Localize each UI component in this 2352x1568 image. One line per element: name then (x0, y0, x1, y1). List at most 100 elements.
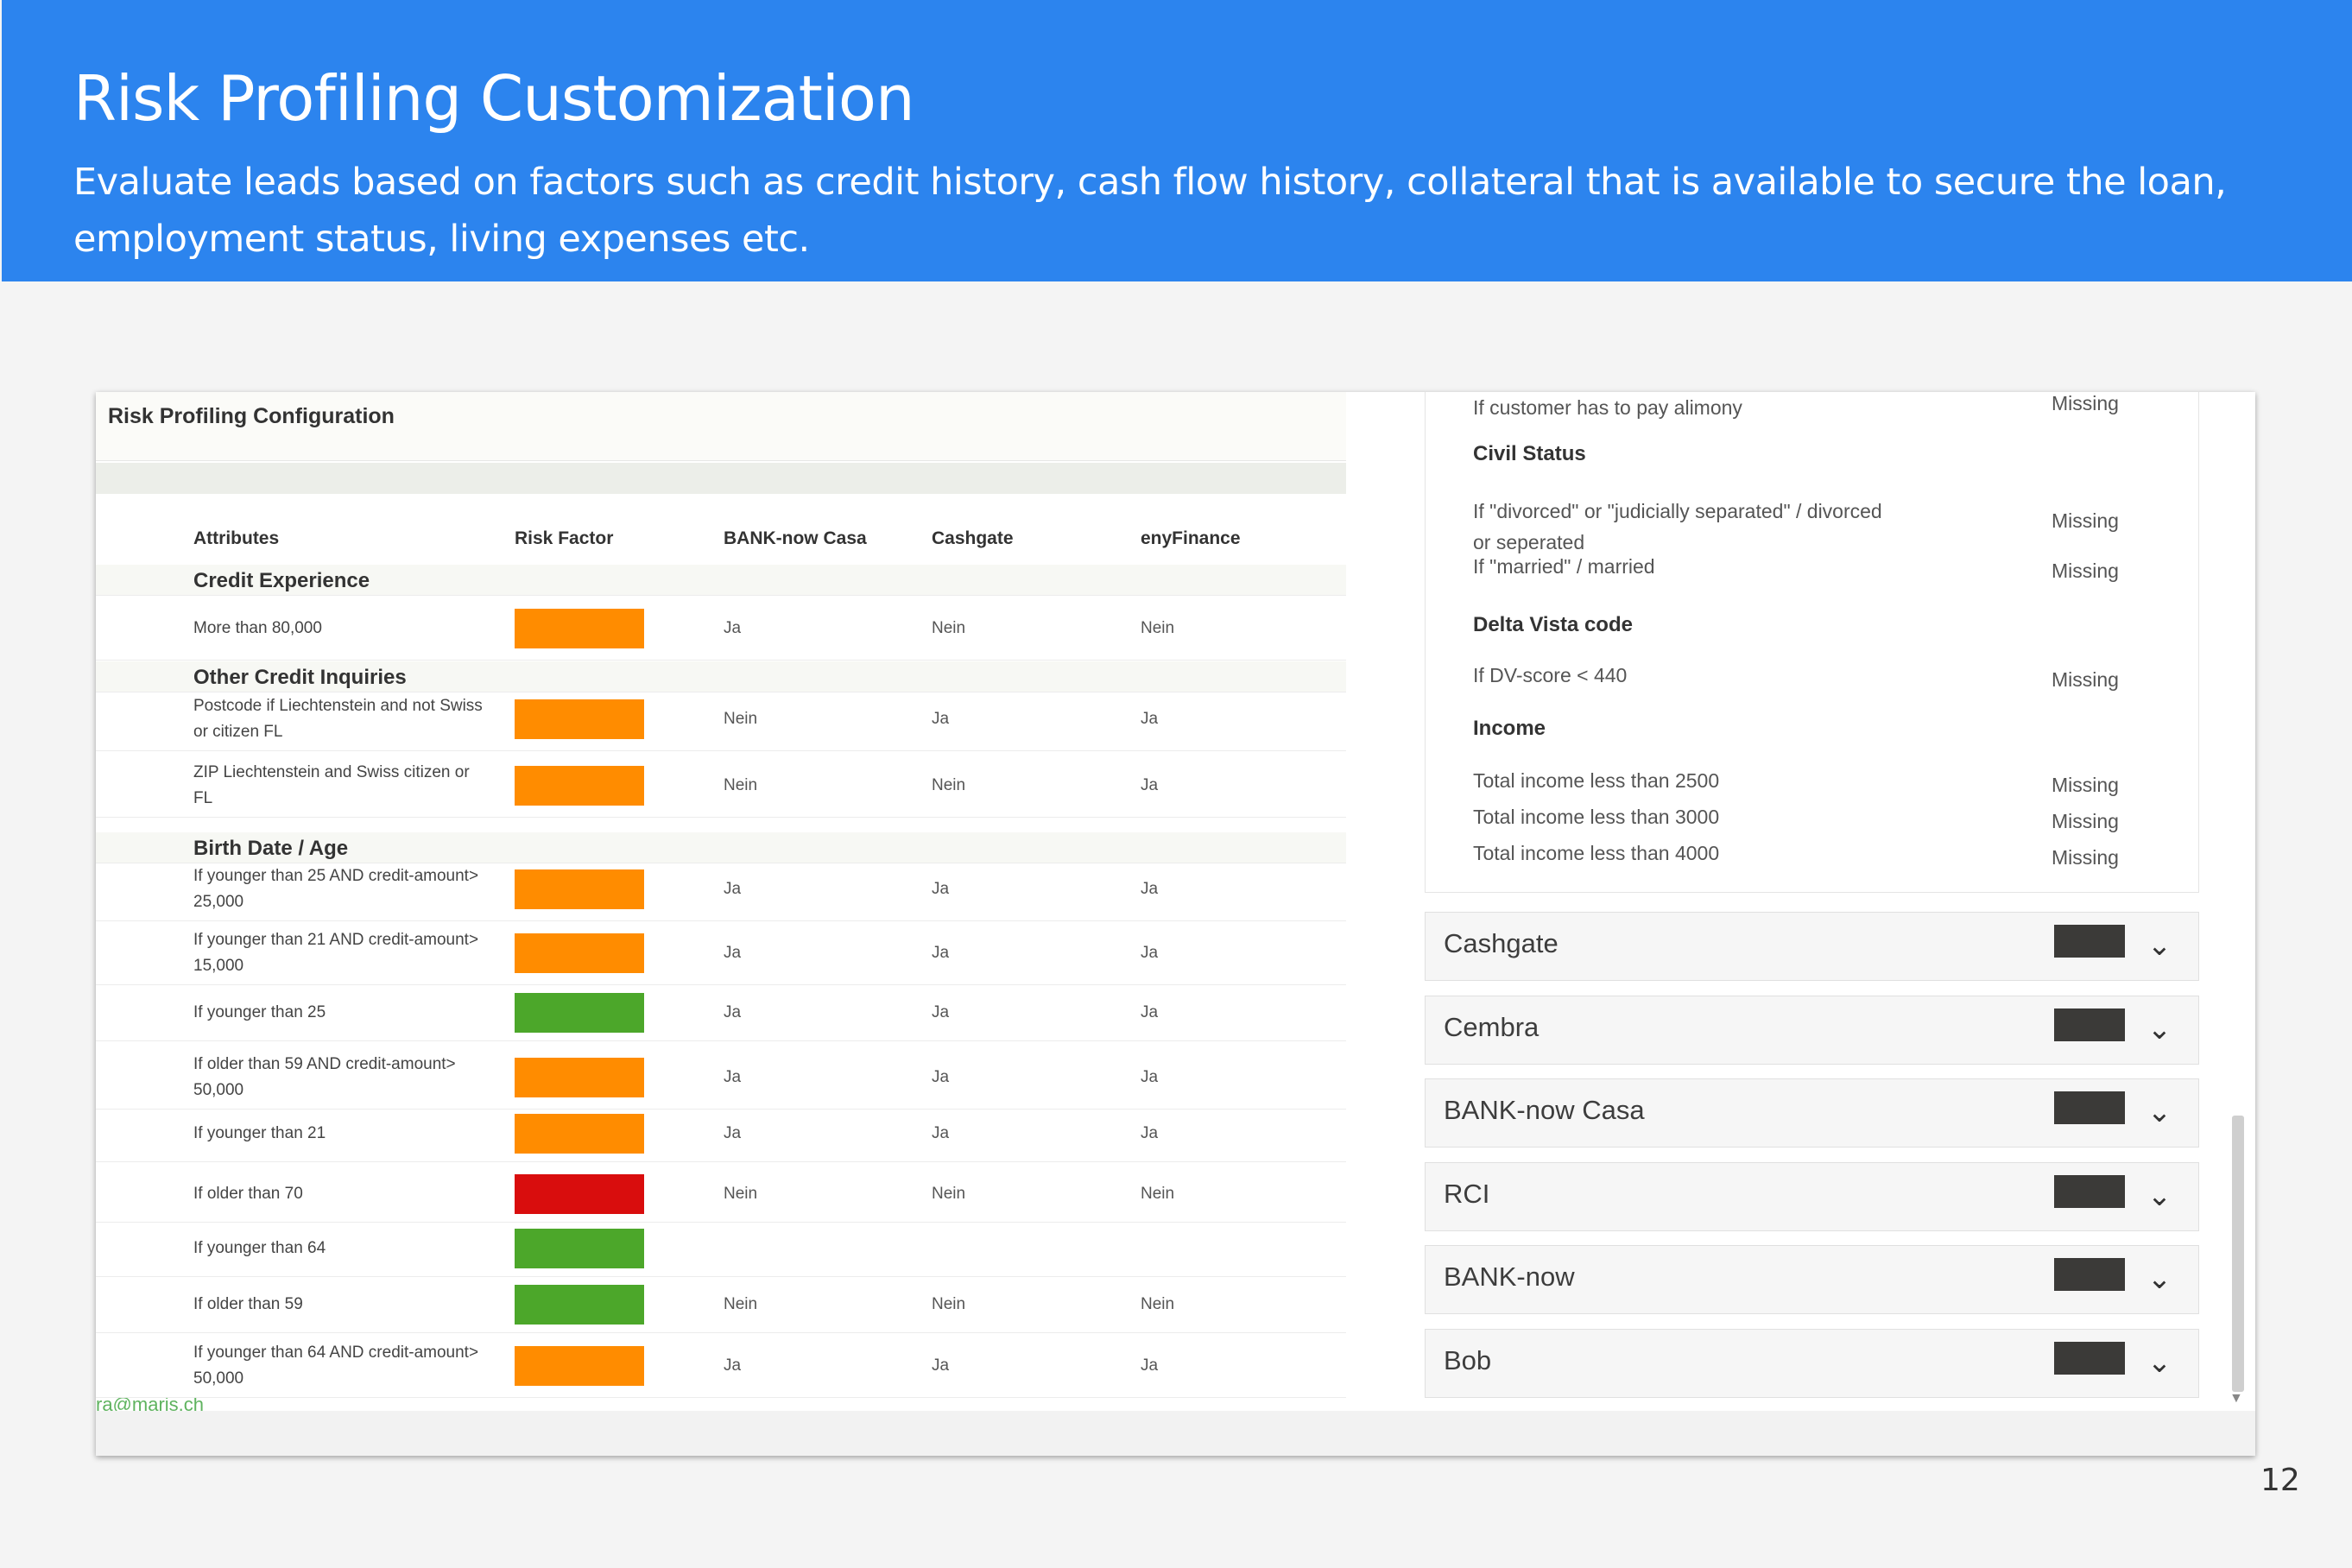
table-cell: Ja (932, 1124, 950, 1142)
table-row: If older than 59 AND credit-amount> 50,0… (96, 1045, 1346, 1110)
section-label: Credit Experience (193, 569, 370, 592)
slide-subtitle: Evaluate leads based on factors such as … (73, 161, 2227, 261)
lender-row[interactable]: BANK-now Casa ⌄ (1425, 1078, 2199, 1148)
attribute-label: If older than 70 (193, 1185, 303, 1203)
risk-factor-swatch[interactable] (515, 993, 644, 1033)
table-cell: Nein (932, 618, 966, 637)
detail-item-label: If "divorced" or "judicially separated" … (1473, 500, 1882, 553)
lender-name: RCI (1444, 1178, 1490, 1209)
detail-item-value: Missing (2052, 774, 2119, 796)
detail-item-label: Total income less than 3000 (1473, 806, 1720, 828)
scrollbar-thumb[interactable] (2232, 1116, 2244, 1392)
detail-section-label: Income (1473, 717, 1546, 740)
risk-factor-swatch[interactable] (515, 1114, 644, 1154)
risk-factor-swatch[interactable] (515, 933, 644, 973)
chevron-down-icon[interactable]: ⌄ (2142, 1345, 2177, 1380)
lender-color-swatch[interactable] (2054, 925, 2125, 958)
filter-bar (96, 463, 1346, 494)
section-row: Credit Experience (96, 565, 1346, 596)
detail-item-label: If customer has to pay alimony (1473, 396, 1742, 419)
chevron-down-icon[interactable]: ⌄ (2142, 1179, 2177, 1213)
lender-row[interactable]: Cembra ⌄ (1425, 995, 2199, 1065)
table-cell: Ja (724, 1124, 742, 1142)
risk-factor-swatch[interactable] (515, 1057, 644, 1097)
risk-factor-swatch[interactable] (515, 1345, 644, 1386)
lender-color-swatch[interactable] (2054, 1258, 2125, 1291)
col-bank-now-casa-header: BANK-now Casa (724, 528, 867, 548)
table-cell: Ja (724, 618, 742, 637)
bottom-bar (96, 1411, 2255, 1456)
table-cell: Ja (1141, 1003, 1159, 1021)
table-row: If younger than 21 Ja Ja Ja (96, 1105, 1346, 1162)
detail-section-label: Delta Vista code (1473, 613, 1633, 636)
lender-row[interactable]: RCI ⌄ (1425, 1161, 2199, 1231)
detail-section-label: Civil Status (1473, 442, 1586, 465)
risk-config-panel: Risk Profiling Configuration Attributes R… (96, 392, 1346, 1415)
chevron-down-icon[interactable]: ⌄ (2142, 1261, 2177, 1296)
risk-factor-swatch[interactable] (515, 1174, 644, 1214)
config-title: Risk Profiling Configuration (108, 404, 395, 428)
table-cell: Nein (932, 775, 966, 794)
table-cell: Ja (724, 1003, 742, 1021)
lender-name: Bob (1444, 1344, 1492, 1375)
table-cell: Nein (724, 775, 758, 794)
attribute-label: If younger than 21 AND credit-amount> 15… (193, 930, 479, 975)
lender-row[interactable]: Cashgate ⌄ (1425, 912, 2199, 981)
risk-factor-swatch[interactable] (515, 1229, 644, 1268)
table-cell: Nein (1141, 1295, 1175, 1313)
chevron-down-icon[interactable]: ⌄ (2142, 1095, 2177, 1129)
lender-color-swatch[interactable] (2054, 1091, 2125, 1124)
risk-factor-swatch[interactable] (515, 869, 644, 909)
col-attributes-header: Attributes (193, 528, 280, 548)
table-cell: Ja (1141, 1124, 1159, 1142)
attribute-label: More than 80,000 (193, 618, 322, 637)
table-row: If younger than 64 (96, 1220, 1346, 1277)
table-cell: Ja (932, 1067, 950, 1086)
table-cell: Ja (1141, 879, 1159, 898)
table-row: If younger than 21 AND credit-amount> 15… (96, 920, 1346, 985)
page-number: 12 (2260, 1463, 2300, 1498)
table-cell: Ja (724, 1356, 742, 1375)
risk-factor-swatch[interactable] (515, 699, 644, 739)
slide-title: Risk Profiling Customization (73, 62, 915, 135)
risk-factor-swatch[interactable] (515, 765, 644, 806)
table-cell: Ja (724, 879, 742, 898)
detail-item-value: Missing (2052, 509, 2119, 532)
chevron-down-icon[interactable]: ⌄ (2142, 928, 2177, 963)
lender-row[interactable]: BANK-now ⌄ (1425, 1245, 2199, 1314)
table-row: If younger than 25 AND credit-amount> 25… (96, 857, 1346, 921)
attribute-label: If older than 59 AND credit-amount> 50,0… (193, 1054, 456, 1099)
lender-row[interactable]: Bob ⌄ (1425, 1328, 2199, 1398)
table-cell: Ja (1141, 1356, 1159, 1375)
lender-color-swatch[interactable] (2054, 1008, 2125, 1041)
attribute-label: If older than 59 (193, 1295, 303, 1313)
lender-color-swatch[interactable] (2054, 1174, 2125, 1208)
table-cell: Nein (1141, 1185, 1175, 1203)
detail-item-value: Missing (2052, 846, 2119, 869)
lender-name: BANK-now Casa (1444, 1095, 1645, 1125)
table-cell: Ja (724, 1067, 742, 1086)
detail-item-value: Missing (2052, 810, 2119, 832)
detail-item-label: Total income less than 4000 (1473, 842, 1720, 864)
table-cell: Nein (724, 1185, 758, 1203)
attribute-label: If younger than 64 (193, 1239, 326, 1257)
slide-header: Risk Profiling Customization Evaluate le… (2, 0, 2352, 281)
table-cell: Ja (932, 709, 950, 728)
risk-factor-swatch[interactable] (515, 1285, 644, 1325)
table-cell: Nein (932, 1185, 966, 1203)
scroll-down-icon[interactable]: ▼ (2229, 1391, 2243, 1407)
table-cell: Ja (1141, 943, 1159, 962)
detail-item-value: Missing (2052, 668, 2119, 691)
lender-color-swatch[interactable] (2054, 1341, 2125, 1375)
detail-item-label: Total income less than 2500 (1473, 769, 1720, 792)
chevron-down-icon[interactable]: ⌄ (2142, 1012, 2177, 1046)
attribute-label: Postcode if Liechtenstein and not Swiss … (193, 696, 483, 741)
detail-item-value: Missing (2052, 560, 2119, 582)
table-row: If older than 59 Nein Nein Nein (96, 1276, 1346, 1333)
lender-details-panel: If customer has to pay alimony Missing Civ… (1407, 392, 2255, 1456)
col-enyfinance-header: enyFinance (1141, 528, 1241, 548)
table-cell: Ja (932, 943, 950, 962)
detail-item-label: If DV-score < 440 (1473, 664, 1628, 686)
risk-factor-swatch[interactable] (515, 608, 644, 648)
col-risk-factor-header: Risk Factor (515, 528, 614, 548)
